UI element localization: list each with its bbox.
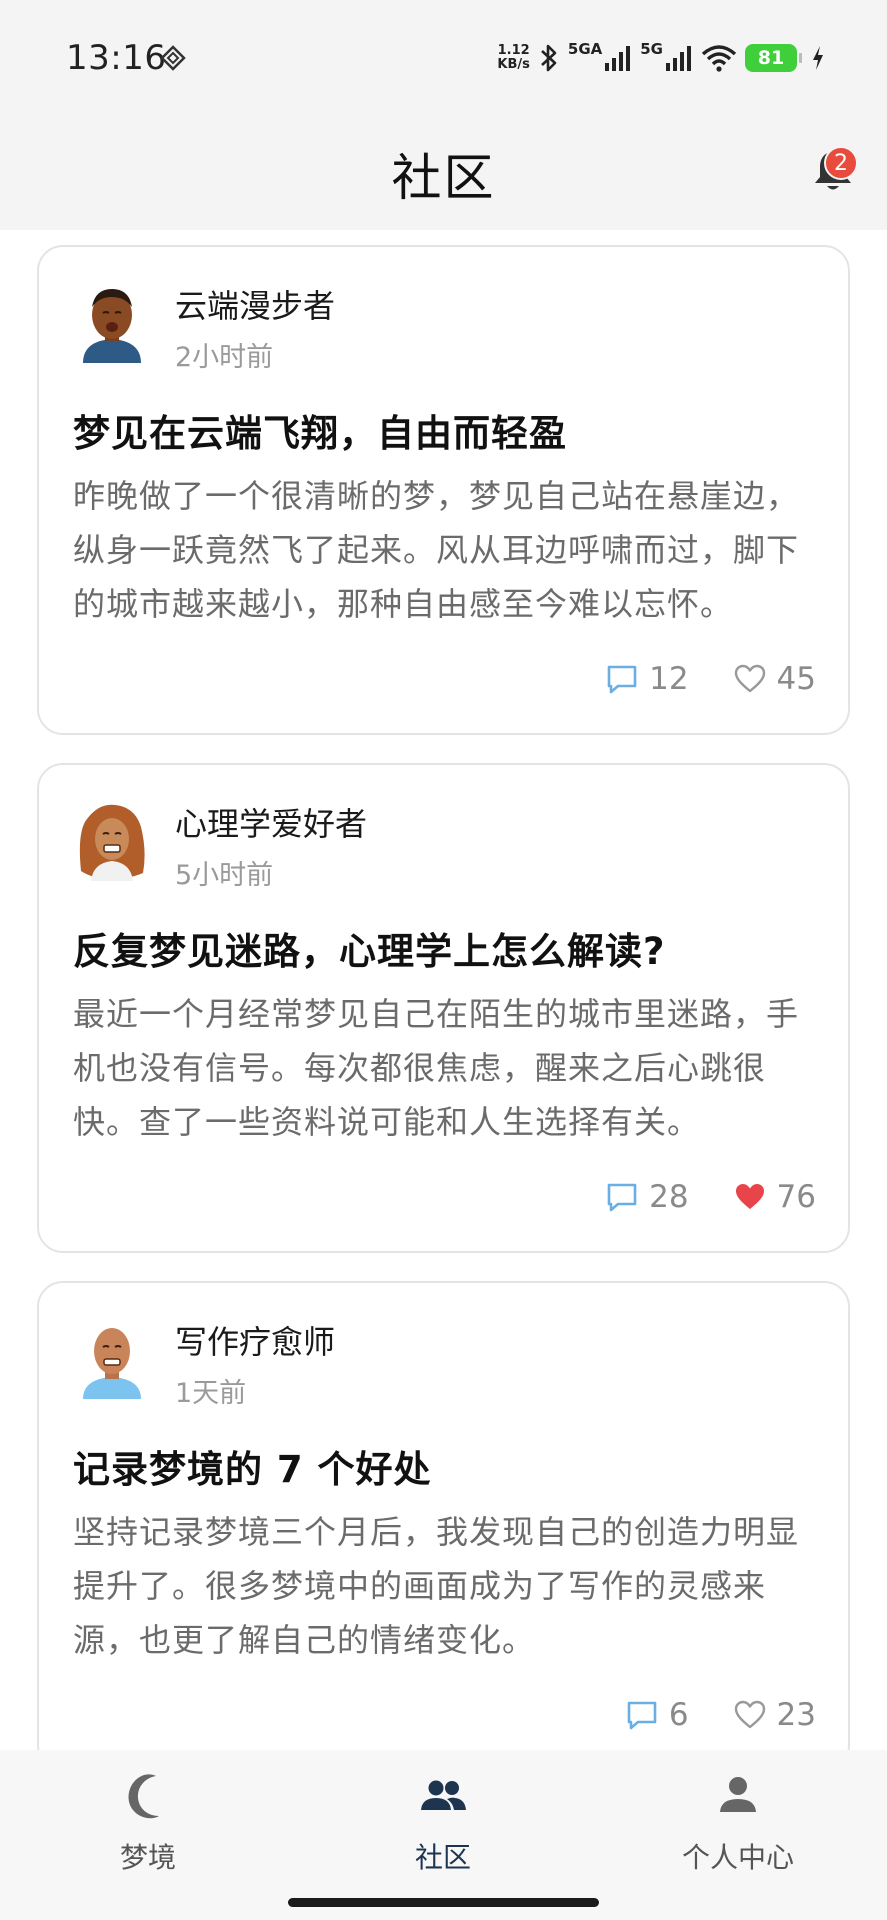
like-button[interactable]: 45 <box>733 661 816 697</box>
wifi-icon <box>701 45 737 72</box>
post-excerpt: 坚持记录梦境三个月后，我发现自己的创造力明显提升了。很多梦境中的画面成为了写作的… <box>73 1513 800 1659</box>
nav-tab-profile[interactable]: 个人中心 <box>638 1770 838 1880</box>
nav-label: 梦境 <box>119 1841 176 1874</box>
comment-icon <box>607 1183 637 1212</box>
bottom-nav: 梦境 社区 个人中心 <box>0 1750 887 1920</box>
avatar <box>79 804 145 881</box>
battery-indicator: 81 <box>745 44 802 72</box>
post-title[interactable]: 反复梦见迷路，心理学上怎么解读? <box>73 921 665 975</box>
sim1-label: 5GA <box>567 40 603 58</box>
like-count: 23 <box>776 1697 816 1733</box>
page-header: 社区 2 <box>0 118 887 230</box>
post-time: 2小时前 <box>175 342 274 373</box>
page-title: 社区 <box>391 149 496 207</box>
diamond-icon <box>160 45 186 71</box>
post-time: 1天前 <box>175 1378 247 1409</box>
status-time: 13:16 <box>66 38 167 78</box>
status-bar: 13:16 1.12 KB/s 5GA 5G 81 <box>0 0 887 118</box>
heart-filled-icon <box>735 1184 764 1209</box>
nav-tab-community[interactable]: 社区 <box>343 1770 543 1880</box>
heart-outline-icon <box>734 1700 765 1729</box>
author-name[interactable]: 云端漫步者 <box>175 281 335 327</box>
signal-bars-icon <box>666 46 691 71</box>
comment-count: 28 <box>649 1179 689 1215</box>
moon-icon <box>128 1774 159 1819</box>
post-title[interactable]: 梦见在云端飞翔，自由而轻盈 <box>73 403 567 457</box>
comment-button[interactable]: 28 <box>605 1179 689 1215</box>
person-icon <box>720 1777 756 1812</box>
comment-icon <box>627 1701 657 1730</box>
post-card[interactable]: 云端漫步者 2小时前 梦见在云端飞翔，自由而轻盈 昨晚做了一个很清晰的梦，梦见自… <box>37 245 850 735</box>
heart-outline-icon <box>734 664 765 693</box>
nav-tab-dreams[interactable]: 梦境 <box>48 1770 248 1880</box>
post-title[interactable]: 记录梦境的 7 个好处 <box>73 1439 432 1493</box>
community-icon <box>421 1780 466 1810</box>
author-name[interactable]: 心理学爱好者 <box>175 799 367 845</box>
post-card[interactable]: 写作疗愈师 1天前 记录梦境的 7 个好处 坚持记录梦境三个月后，我发现自己的创… <box>37 1281 850 1750</box>
like-count: 45 <box>776 661 816 697</box>
post-time: 5小时前 <box>175 860 274 891</box>
post-stats: 28 76 <box>561 1177 816 1217</box>
post-stats: 12 45 <box>561 659 816 699</box>
charging-icon <box>813 46 823 70</box>
avatar <box>83 1328 141 1399</box>
comment-icon <box>607 665 637 694</box>
comment-button[interactable]: 12 <box>605 661 689 697</box>
sim2-label: 5G <box>640 40 663 58</box>
avatar <box>83 289 141 363</box>
post-card[interactable]: 心理学爱好者 5小时前 反复梦见迷路，心理学上怎么解读? 最近一个月经常梦见自己… <box>37 763 850 1253</box>
nav-label: 个人中心 <box>681 1841 794 1874</box>
comment-count: 12 <box>649 661 689 697</box>
like-button[interactable]: 23 <box>733 1697 816 1733</box>
comment-button[interactable]: 6 <box>625 1697 689 1733</box>
signal-bars-icon <box>605 46 631 71</box>
post-feed[interactable]: 云端漫步者 2小时前 梦见在云端飞翔，自由而轻盈 昨晚做了一个很清晰的梦，梦见自… <box>0 230 887 1750</box>
network-speed: 1.12 KB/s <box>497 43 530 72</box>
author-name[interactable]: 写作疗愈师 <box>175 1317 335 1363</box>
notification-badge: 2 <box>824 146 858 180</box>
post-excerpt: 昨晚做了一个很清晰的梦，梦见自己站在悬崖边，纵身一跃竟然飞了起来。风从耳边呼啸而… <box>73 477 800 623</box>
home-indicator[interactable] <box>288 1898 599 1907</box>
bluetooth-icon <box>541 44 557 72</box>
like-count: 76 <box>776 1179 816 1215</box>
nav-label: 社区 <box>414 1841 471 1874</box>
like-button[interactable]: 76 <box>733 1179 816 1215</box>
comment-count: 6 <box>668 1697 689 1733</box>
post-excerpt: 最近一个月经常梦见自己在陌生的城市里迷路，手机也没有信号。每次都很焦虑，醒来之后… <box>73 995 800 1141</box>
post-stats: 6 23 <box>581 1695 816 1735</box>
status-indicators: 1.12 KB/s 5GA 5G 81 <box>497 38 825 78</box>
